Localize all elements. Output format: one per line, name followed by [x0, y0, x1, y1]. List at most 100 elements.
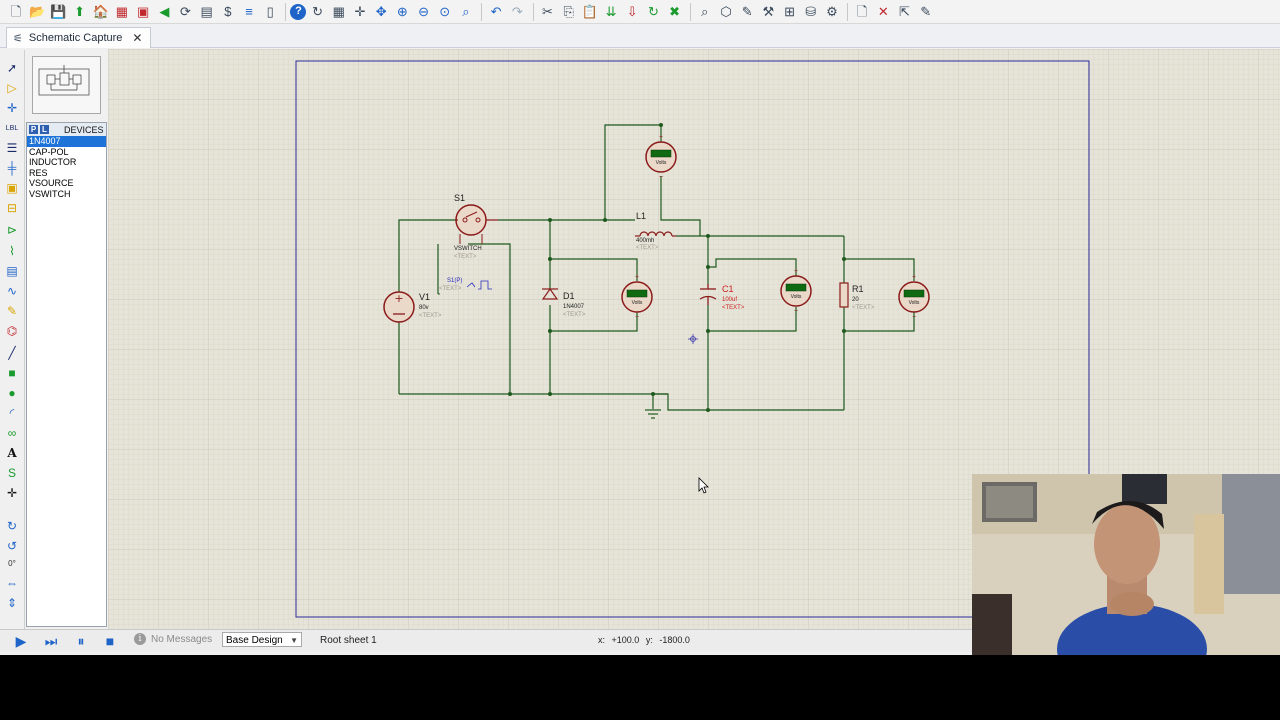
redraw-icon[interactable]: ↻: [308, 2, 328, 22]
line-icon[interactable]: ╱: [3, 345, 21, 361]
terminals-icon[interactable]: ⊟: [3, 200, 21, 216]
rotate-cw-icon[interactable]: ↻: [3, 518, 21, 534]
devices-title: DEVICES: [64, 124, 104, 135]
d1-ref: D1: [563, 291, 575, 301]
netlist-icon[interactable]: ≡: [239, 2, 259, 22]
voltmeter-display: [785, 283, 807, 292]
device-list-item[interactable]: CAP-POL: [27, 147, 106, 158]
chip-icon[interactable]: ▣: [133, 2, 153, 22]
mirror-y-icon[interactable]: ⇕: [3, 595, 21, 611]
junction-dot-icon[interactable]: ✛: [3, 100, 21, 116]
tab-schematic-capture[interactable]: ⚟ Schematic Capture ✕: [6, 27, 152, 48]
make-device-icon[interactable]: ⬡: [716, 2, 736, 22]
undo-icon[interactable]: ↶: [486, 2, 506, 22]
device-list-item[interactable]: VSOURCE: [27, 178, 106, 189]
generator-icon[interactable]: ∿: [3, 283, 21, 299]
messages-area[interactable]: i No Messages: [134, 633, 212, 645]
new-file-icon[interactable]: 🗋: [6, 2, 26, 22]
packaging-tool-icon[interactable]: ✎: [737, 2, 757, 22]
pick-devices-button[interactable]: P: [29, 125, 38, 134]
text-icon[interactable]: A: [3, 445, 21, 461]
block-delete-icon[interactable]: ✖: [665, 2, 685, 22]
close-icon[interactable]: ✕: [132, 31, 142, 45]
pick-device-icon[interactable]: ⌕: [695, 2, 715, 22]
instruments-icon[interactable]: ⌬: [3, 323, 21, 339]
pcb-icon[interactable]: ▦: [112, 2, 132, 22]
buses-icon[interactable]: ╪: [3, 160, 21, 176]
import-icon[interactable]: ⬆: [70, 2, 90, 22]
copy-icon[interactable]: ⎘: [559, 2, 579, 22]
block-move-icon[interactable]: ⇩: [622, 2, 642, 22]
decompose-icon[interactable]: ⚒: [758, 2, 778, 22]
pan-icon[interactable]: ✥: [371, 2, 391, 22]
rotation-value[interactable]: 0°: [3, 555, 21, 571]
cut-icon[interactable]: ✂: [538, 2, 558, 22]
design-variant-select[interactable]: Base Design ▼: [222, 632, 302, 647]
search-tag-icon[interactable]: ⛁: [801, 2, 821, 22]
wire-label-icon[interactable]: LBL: [3, 120, 21, 136]
zoom-in-icon[interactable]: ⊕: [392, 2, 412, 22]
v1-text: <TEXT>: [419, 313, 442, 319]
remove-sheet-icon[interactable]: ✕: [873, 2, 893, 22]
subcircuit-icon[interactable]: ▣: [3, 180, 21, 196]
open-folder-icon[interactable]: 📂: [27, 2, 47, 22]
property-assignment-icon[interactable]: ⚙: [822, 2, 842, 22]
netlist-to-ares-icon[interactable]: ✎: [916, 2, 936, 22]
toolbar-separator: [285, 2, 287, 21]
component-mode-icon[interactable]: ▷: [3, 80, 21, 96]
proteus-window: 🗋 📂 💾 ⬆ 🏠 ▦ ▣ ◀ ⟳ ▤ $ ≡ ▯? ↻ ▦ ✛ ✥ ⊕ ⊖ ⊙ ⌕ ↶ ↷ ✂ ⎘ 📋 ⇊ ⇩ ↻ ✖ ⌕ ⬡ ✎ ⚒ ⊞ ⛁ ⚙ 🗋 ✕…: [0, 0, 1280, 655]
path-icon[interactable]: ∞: [3, 425, 21, 441]
zoom-out-icon[interactable]: ⊖: [414, 2, 434, 22]
mirror-x-icon[interactable]: ⇔: [3, 575, 21, 591]
probe-icon[interactable]: ✎: [3, 303, 21, 319]
save-icon[interactable]: 💾: [48, 2, 68, 22]
bom-icon[interactable]: $: [218, 2, 238, 22]
block-rotate-icon[interactable]: ↻: [643, 2, 663, 22]
step-icon[interactable]: ⏭: [42, 633, 60, 649]
redo-icon[interactable]: ↷: [507, 2, 527, 22]
overview-window[interactable]: [32, 56, 101, 114]
new-sheet-icon[interactable]: 🗋: [852, 2, 872, 22]
arc-icon[interactable]: ◜: [3, 405, 21, 421]
library-manager-button[interactable]: L: [40, 125, 49, 134]
play-icon[interactable]: ▶: [12, 633, 30, 649]
symbol-icon[interactable]: S: [3, 465, 21, 481]
wire-autorouter-icon[interactable]: ⊞: [780, 2, 800, 22]
device-list-item[interactable]: INDUCTOR: [27, 157, 106, 168]
paste-icon[interactable]: 📋: [580, 2, 600, 22]
origin-icon[interactable]: ✛: [350, 2, 370, 22]
block-copy-icon[interactable]: ⇊: [601, 2, 621, 22]
graph-mode-icon[interactable]: ⌇: [3, 243, 21, 259]
box-icon[interactable]: ■: [3, 365, 21, 381]
design-variant-value: Base Design: [226, 635, 283, 646]
refresh-view-icon[interactable]: ⟳: [176, 2, 196, 22]
active-popup-icon[interactable]: ▤: [3, 263, 21, 279]
zoom-area-icon[interactable]: ⌕: [456, 2, 476, 22]
gerber-icon[interactable]: ▤: [197, 2, 217, 22]
back-icon[interactable]: ◀: [154, 2, 174, 22]
pulse-text: <TEXT>: [439, 286, 462, 292]
device-list-item[interactable]: RES: [27, 168, 106, 179]
device-list-item[interactable]: VSWITCH: [27, 189, 106, 200]
c1-ref: C1: [722, 284, 734, 294]
zoom-all-icon[interactable]: ⊙: [435, 2, 455, 22]
home-icon[interactable]: 🏠: [91, 2, 111, 22]
text-script-icon[interactable]: ☰: [3, 140, 21, 156]
blank-page-icon[interactable]: ▯: [260, 2, 280, 22]
device-list-item[interactable]: 1N4007: [27, 136, 106, 147]
circle-icon[interactable]: ●: [3, 385, 21, 401]
rotate-ccw-icon[interactable]: ↺: [3, 538, 21, 554]
voltmeter-display: [626, 289, 648, 298]
device-list: 1N4007 CAP-POL INDUCTOR RES VSOURCE VSWITCH: [27, 136, 106, 199]
stop-icon[interactable]: ■: [101, 633, 119, 649]
selection-mode-icon[interactable]: ➚: [3, 60, 21, 76]
chevron-down-icon: ▼: [290, 636, 298, 645]
grid-icon[interactable]: ▦: [329, 2, 349, 22]
help-icon[interactable]: ?: [290, 3, 307, 20]
marker-icon[interactable]: ✛: [3, 485, 21, 501]
voltmeter-plus: +: [794, 268, 798, 275]
pause-icon[interactable]: ⏸: [72, 633, 90, 649]
exit-parent-icon[interactable]: ⇱: [895, 2, 915, 22]
y-label: y:: [645, 635, 653, 645]
device-pins-icon[interactable]: ⊳: [3, 222, 21, 238]
